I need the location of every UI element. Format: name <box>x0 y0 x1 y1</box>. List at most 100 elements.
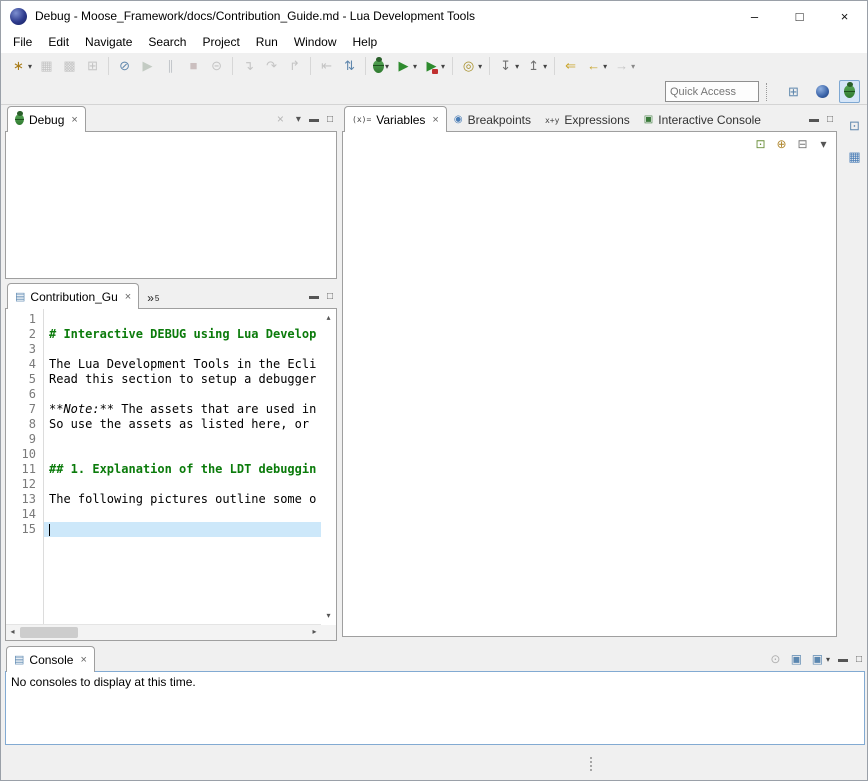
view-menu-icon[interactable]: ▾ <box>296 114 301 125</box>
scroll-up-icon[interactable]: ▴ <box>322 311 335 325</box>
dropdown-caret-icon[interactable]: ▾ <box>826 655 830 664</box>
restore-minimized-view-button[interactable]: ⊡ <box>844 115 865 137</box>
editor-vertical-scrollbar[interactable]: ▴ ▾ <box>321 309 336 625</box>
dropdown-caret-icon[interactable]: ▾ <box>478 62 482 71</box>
maximize-view-icon[interactable]: □ <box>856 654 862 665</box>
close-tab-icon[interactable]: × <box>71 114 77 126</box>
print-button[interactable]: ⊞ <box>82 55 103 77</box>
view-menu-button[interactable]: ▾ <box>816 135 831 153</box>
editor-code[interactable]: # Interactive DEBUG using Lua DevelopThe… <box>44 309 321 625</box>
tab-breakpoints[interactable]: ◉Breakpoints <box>447 108 538 132</box>
open-console-icon: ▣ <box>810 650 825 668</box>
maximize-view-icon[interactable]: □ <box>327 291 333 302</box>
drop-to-frame-button[interactable]: ⇤ <box>316 55 337 77</box>
menu-run[interactable]: Run <box>248 32 286 52</box>
window-minimize-button[interactable]: – <box>732 1 777 31</box>
next-annotation-button[interactable]: ↧▾ <box>495 55 521 77</box>
debug-perspective-button[interactable] <box>839 80 860 103</box>
last-edit-location-icon: ⇐ <box>562 57 579 75</box>
minimize-view-icon[interactable]: ▬ <box>838 654 848 665</box>
tab-debug[interactable]: Debug × <box>7 106 86 132</box>
close-tab-icon[interactable]: × <box>125 291 131 303</box>
scroll-right-icon[interactable]: ▸ <box>308 625 321 640</box>
pin-console-button[interactable]: ⊙ <box>768 650 783 668</box>
dropdown-caret-icon[interactable]: ▾ <box>631 62 635 71</box>
tab-expressions[interactable]: x+yExpressions <box>538 108 637 132</box>
remove-all-terminated-button[interactable]: × <box>273 110 288 128</box>
tab-interactive-console[interactable]: ▣Interactive Console <box>637 108 768 132</box>
search-button[interactable]: ◎▾ <box>458 55 484 77</box>
editor-tabbar: ▤ Contribution_Gu × »5 ▬ □ <box>5 284 337 309</box>
scrollbar-thumb[interactable] <box>20 627 78 638</box>
close-tab-icon[interactable]: × <box>80 654 86 666</box>
tab-contribution-guide[interactable]: ▤ Contribution_Gu × <box>7 283 139 309</box>
disconnect-button[interactable]: ⊝ <box>206 55 227 77</box>
back-button[interactable]: ←▾ <box>583 55 609 77</box>
dropdown-caret-icon[interactable]: ▾ <box>385 62 389 71</box>
close-tab-icon[interactable]: × <box>432 114 438 126</box>
maximize-view-icon[interactable]: □ <box>827 114 833 125</box>
file-icon: ▤ <box>15 290 25 303</box>
step-into-icon: ↴ <box>240 57 257 75</box>
dropdown-caret-icon[interactable]: ▾ <box>543 62 547 71</box>
console-view-toolbar: ⊙▣▣▾ <box>768 650 830 668</box>
menu-edit[interactable]: Edit <box>40 32 77 52</box>
dropdown-caret-icon[interactable]: ▾ <box>441 62 445 71</box>
menu-window[interactable]: Window <box>286 32 345 52</box>
dropdown-caret-icon[interactable]: ▾ <box>515 62 519 71</box>
search-icon: ◎ <box>460 57 477 75</box>
debug-button[interactable]: ▾ <box>371 55 391 77</box>
minimized-view-button[interactable]: ▦ <box>844 146 865 168</box>
menu-file[interactable]: File <box>5 32 40 52</box>
dropdown-caret-icon[interactable]: ▾ <box>413 62 417 71</box>
menu-project[interactable]: Project <box>194 32 247 52</box>
step-into-button[interactable]: ↴ <box>238 55 259 77</box>
skip-all-breakpoints-button[interactable]: ⊘ <box>114 55 135 77</box>
editor-tab-overflow-button[interactable]: »5 <box>139 291 164 309</box>
scroll-left-icon[interactable]: ◂ <box>6 625 19 640</box>
drag-handle[interactable] <box>590 755 592 773</box>
collapse-all-button[interactable]: ⊟ <box>795 135 810 153</box>
open-perspective-button[interactable]: ⊞ <box>781 81 806 102</box>
display-selected-console-button[interactable]: ▣ <box>789 650 804 668</box>
save-button[interactable]: ▦ <box>36 55 57 77</box>
menu-search[interactable]: Search <box>140 32 194 52</box>
save-all-icon: ▩ <box>61 57 78 75</box>
editor-horizontal-scrollbar[interactable]: ◂ ▸ <box>6 624 321 640</box>
resume-button[interactable]: ▶ <box>137 55 158 77</box>
window-maximize-button[interactable]: □ <box>777 1 822 31</box>
expand-selected-icon: ⊕ <box>774 135 789 153</box>
previous-annotation-button[interactable]: ↥▾ <box>523 55 549 77</box>
run-button[interactable]: ▶▾ <box>393 55 419 77</box>
lua-perspective-button[interactable] <box>812 81 833 102</box>
resume-icon: ▶ <box>139 57 156 75</box>
scroll-down-icon[interactable]: ▾ <box>322 609 335 623</box>
new-button[interactable]: ∗▾ <box>8 55 34 77</box>
step-over-button[interactable]: ↷ <box>261 55 282 77</box>
minimize-view-icon[interactable]: ▬ <box>309 291 319 302</box>
use-step-filters-button[interactable]: ⇅ <box>339 55 360 77</box>
expand-selected-button[interactable]: ⊕ <box>774 135 789 153</box>
window-close-button[interactable]: × <box>822 1 867 31</box>
editor-gutter[interactable]: 123456789101112131415 <box>6 309 44 625</box>
minimize-view-icon[interactable]: ▬ <box>809 114 819 125</box>
step-return-button[interactable]: ↱ <box>284 55 305 77</box>
menu-help[interactable]: Help <box>345 32 386 52</box>
dropdown-caret-icon[interactable]: ▾ <box>28 62 32 71</box>
tab-console[interactable]: ▤ Console × <box>6 646 95 672</box>
quick-access-input[interactable]: Quick Access <box>665 81 759 102</box>
open-console-button[interactable]: ▣▾ <box>810 650 830 668</box>
save-all-button[interactable]: ▩ <box>59 55 80 77</box>
dropdown-caret-icon[interactable]: ▾ <box>603 62 607 71</box>
external-tools-button[interactable]: ▶▾ <box>421 55 447 77</box>
menu-navigate[interactable]: Navigate <box>77 32 140 52</box>
maximize-view-icon[interactable]: □ <box>327 114 333 125</box>
forward-button[interactable]: →▾ <box>611 55 637 77</box>
minimize-view-icon[interactable]: ▬ <box>309 114 319 125</box>
show-logical-structures-button[interactable]: ⊡ <box>753 135 768 153</box>
suspend-button[interactable]: ∥ <box>160 55 181 77</box>
last-edit-location-button[interactable]: ⇐ <box>560 55 581 77</box>
tab-variables[interactable]: (x)=Variables× <box>344 106 447 132</box>
console-message: No consoles to display at this time. <box>6 672 864 692</box>
terminate-button[interactable]: ■ <box>183 55 204 77</box>
